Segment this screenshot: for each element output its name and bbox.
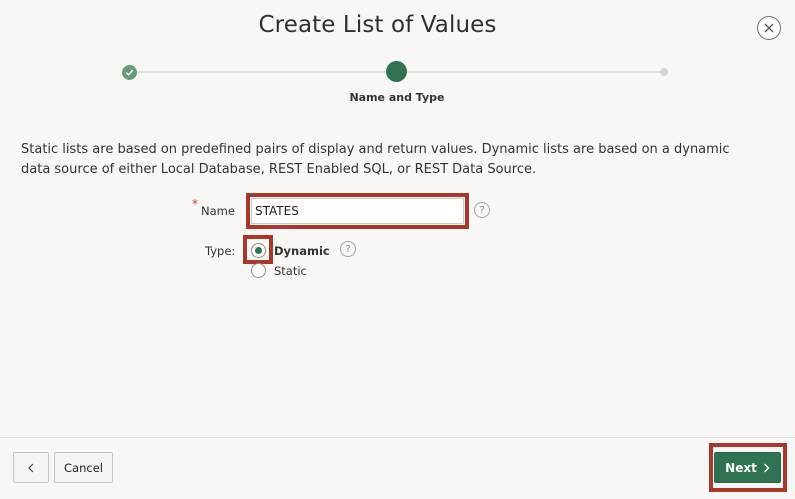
wizard-step-current	[386, 61, 407, 82]
help-icon[interactable]: ?	[340, 241, 356, 257]
next-button-highlight	[709, 443, 787, 492]
radio-dynamic-label[interactable]: Dynamic	[274, 244, 330, 258]
close-icon	[764, 23, 774, 33]
required-marker: *	[192, 197, 198, 211]
previous-button[interactable]	[13, 452, 49, 483]
radio-dynamic-highlight	[243, 235, 273, 264]
radio-static-label[interactable]: Static	[274, 264, 307, 278]
help-icon[interactable]: ?	[474, 202, 490, 218]
wizard-step-completed	[122, 65, 137, 80]
name-input-highlight	[246, 193, 469, 229]
close-button[interactable]	[757, 16, 781, 40]
wizard-connector	[137, 71, 386, 73]
dialog-title: Create List of Values	[258, 12, 497, 38]
dialog-footer	[0, 437, 795, 499]
wizard-progress: Name and Type	[0, 60, 795, 110]
intro-text: Static lists are based on predefined pai…	[21, 142, 730, 177]
type-label: Type:	[205, 244, 236, 258]
radio-static[interactable]	[251, 263, 266, 278]
chevron-left-icon	[28, 463, 34, 472]
name-label: Name	[201, 204, 235, 218]
check-icon	[125, 69, 134, 76]
wizard-step-upcoming	[660, 68, 668, 76]
wizard-step-label: Name and Type	[349, 91, 445, 104]
cancel-button[interactable]: Cancel	[54, 452, 113, 483]
wizard-connector	[407, 71, 660, 73]
